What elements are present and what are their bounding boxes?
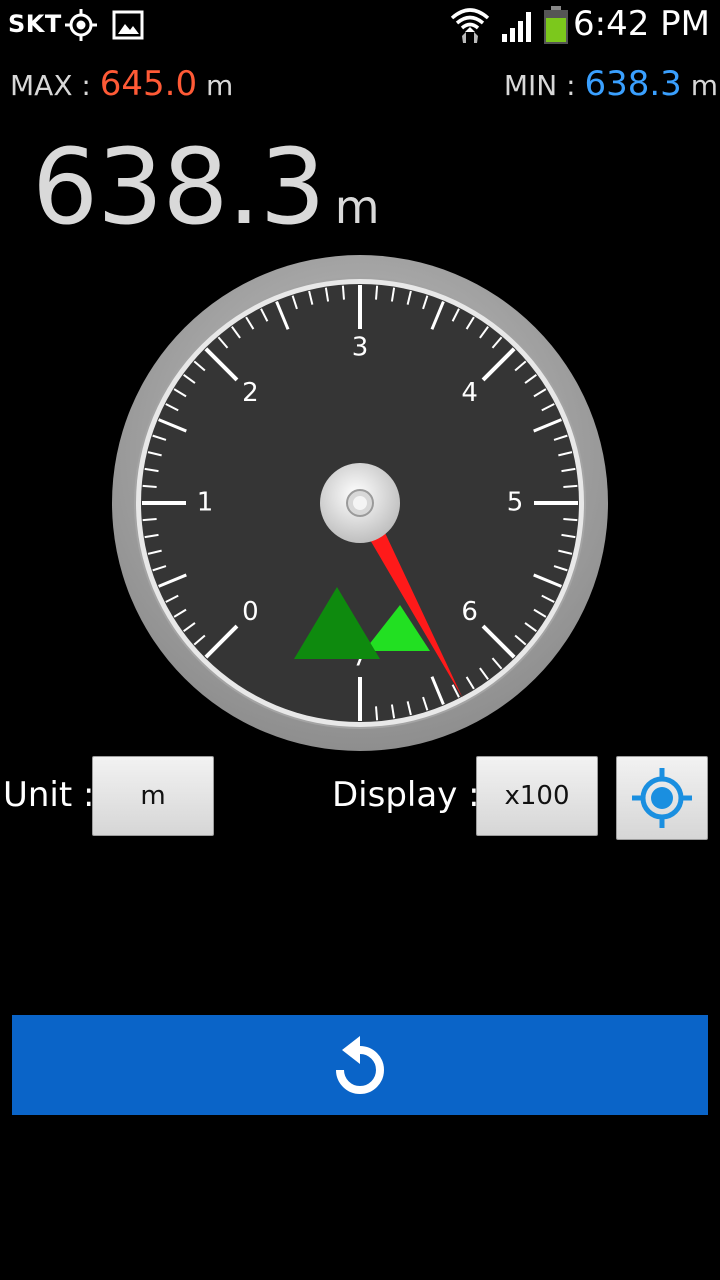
scale-label-1: 1 [197,488,214,518]
gauge-tick [375,706,379,721]
altimeter-gauge: 0 1 2 3 4 5 6 7 [112,255,608,751]
scale-label-3: 3 [352,333,369,363]
signal-icon [502,12,531,42]
current-altitude: 638.3 m [32,126,380,248]
max-label: MAX : [10,69,91,102]
display-label: Display : [332,775,480,815]
gauge-tick [142,518,157,522]
image-icon [112,10,144,40]
unit-label: Unit : [3,775,95,815]
current-altitude-value: 638.3 [32,126,326,248]
gauge-tick [142,484,157,488]
min-value: 638.3 [584,64,682,104]
gauge-hub-dot [353,496,367,510]
max-value: 645.0 [99,64,198,104]
gauge-tick [563,518,578,522]
scale-label-6: 6 [461,597,478,627]
refresh-icon [336,1036,384,1094]
gps-icon [65,9,97,41]
min-altitude: MIN : 638.3 m [504,64,718,108]
scale-label-4: 4 [461,378,478,408]
scale-label-2: 2 [242,378,259,408]
status-time: 6:42 PM [573,4,710,44]
crosshair-icon [632,768,692,828]
scale-label-5: 5 [507,488,524,518]
carrier-label: SKT [8,10,62,38]
locate-button[interactable] [616,756,708,840]
wifi-icon [450,8,490,43]
min-unit: m [690,69,718,102]
max-unit: m [205,69,234,102]
current-altitude-unit: m [334,180,380,234]
unit-button[interactable]: m [92,756,214,836]
display-multiplier-button[interactable]: x100 [476,756,598,836]
gauge-tick [341,285,345,300]
scale-label-0: 0 [242,597,259,627]
max-altitude: MAX : 645.0 m [10,64,233,108]
status-bar: SKT 6:42 PM [0,0,720,50]
gauge-tick [563,484,578,488]
battery-icon [544,6,568,44]
reset-button[interactable] [12,1015,708,1115]
gauge-tick [375,285,379,300]
min-label: MIN : [503,69,576,102]
